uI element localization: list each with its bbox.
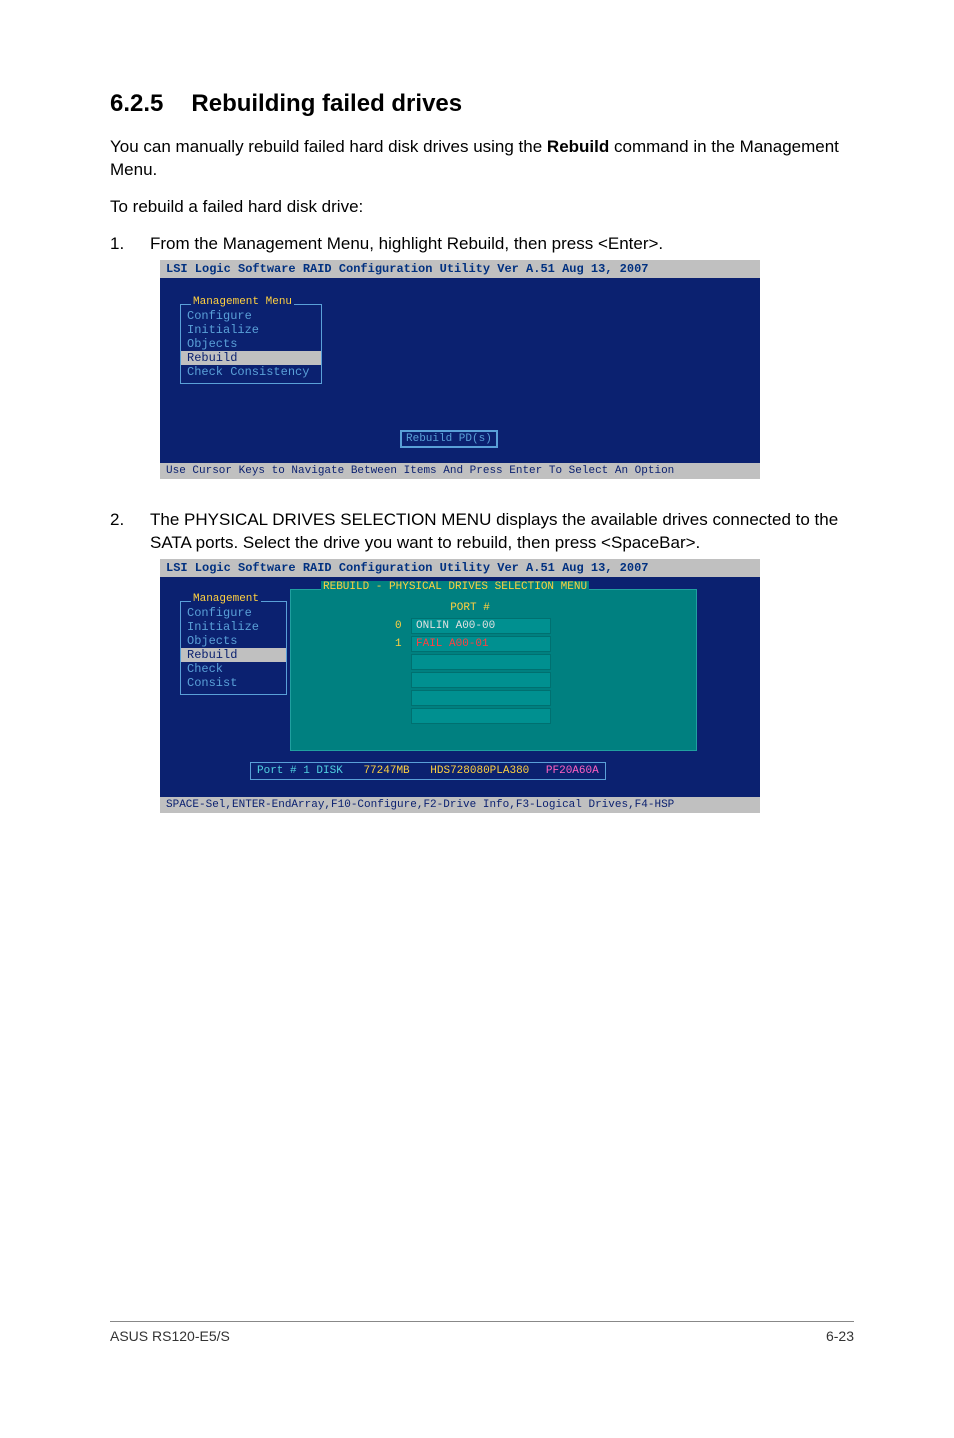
procedure-lead: To rebuild a failed hard disk drive: (110, 196, 854, 219)
drive-selection-legend: REBUILD - PHYSICAL DRIVES SELECTION MENU (321, 581, 589, 593)
step-1: 1. From the Management Menu, highlight R… (110, 233, 854, 256)
step1-bold1: Management Menu (223, 234, 369, 253)
menu-item-initialize[interactable]: Initialize (181, 323, 321, 337)
port-row[interactable]: 0 ONLIN A00-00 (385, 618, 696, 634)
section-number: 6.2.5 (110, 90, 163, 117)
raid-utility-window-2: LSI Logic Software RAID Configuration Ut… (160, 559, 760, 813)
screenshot-2: LSI Logic Software RAID Configuration Ut… (160, 559, 854, 813)
step1-bold2: Rebuild (447, 234, 505, 253)
step1-b: , highlight (369, 234, 447, 253)
step-text: From the Management Menu, highlight Rebu… (150, 233, 854, 256)
management-menu-legend-2: Management (191, 593, 261, 605)
window-titlebar-2: LSI Logic Software RAID Configuration Ut… (160, 559, 760, 577)
intro-paragraph: You can manually rebuild failed hard dis… (110, 136, 854, 182)
port-row (385, 654, 696, 670)
disk-info-port: Port # 1 DISK (257, 765, 343, 777)
step2-bold: PHYSICAL DRIVES SELECTION MENU (184, 510, 491, 529)
step-text: The PHYSICAL DRIVES SELECTION MENU displ… (150, 509, 854, 555)
menu-item-configure-2[interactable]: Configure (181, 606, 286, 620)
intro-bold: Rebuild (547, 137, 609, 156)
port-cell-fail[interactable]: FAIL A00-01 (411, 636, 551, 652)
menu-item-objects-2[interactable]: Objects (181, 634, 286, 648)
step-number: 2. (110, 509, 150, 555)
management-menu-panel: Management Menu Configure Initialize Obj… (180, 304, 322, 384)
step2-a: The (150, 510, 184, 529)
section-title: Rebuilding failed drives (191, 90, 462, 117)
step1-a: From the (150, 234, 223, 253)
intro-text-a: You can manually rebuild failed hard dis… (110, 137, 547, 156)
port-index: 0 (395, 620, 405, 632)
disk-info-model: HDS728080PLA380 (430, 765, 529, 777)
menu-item-check-consist-2[interactable]: Check Consist (181, 662, 286, 690)
step-2: 2. The PHYSICAL DRIVES SELECTION MENU di… (110, 509, 854, 555)
menu-item-rebuild-2[interactable]: Rebuild (181, 648, 286, 662)
port-header: PORT # (401, 600, 539, 616)
port-row (385, 708, 696, 724)
management-menu-panel-2: Management Configure Initialize Objects … (180, 601, 287, 695)
window-statusbar-2: SPACE-Sel,ENTER-EndArray,F10-Configure,F… (160, 797, 760, 813)
port-cell (411, 672, 551, 688)
disk-info-size: 77247MB (363, 765, 409, 777)
port-cell (411, 690, 551, 706)
port-rows: 0 ONLIN A00-00 1 FAIL A00-01 (291, 616, 696, 724)
disk-info-panel: Port # 1 DISK 77247MB HDS728080PLA380 PF… (250, 762, 606, 780)
port-cell[interactable]: ONLIN A00-00 (411, 618, 551, 634)
port-cell (411, 708, 551, 724)
port-cell (411, 654, 551, 670)
management-menu-legend: Management Menu (191, 296, 294, 308)
drive-selection-panel: REBUILD - PHYSICAL DRIVES SELECTION MENU… (290, 589, 697, 751)
menu-item-rebuild[interactable]: Rebuild (181, 351, 321, 365)
management-menu-list: Configure Initialize Objects Rebuild Che… (181, 305, 321, 383)
menu-item-configure[interactable]: Configure (181, 309, 321, 323)
menu-item-objects[interactable]: Objects (181, 337, 321, 351)
footer-right: 6-23 (826, 1328, 854, 1344)
port-row[interactable]: 1 FAIL A00-01 (385, 636, 696, 652)
port-row (385, 672, 696, 688)
step-number: 1. (110, 233, 150, 256)
menu-item-check-consistency[interactable]: Check Consistency (181, 365, 321, 379)
management-menu-list-2: Configure Initialize Objects Rebuild Che… (181, 602, 286, 694)
raid-utility-window: LSI Logic Software RAID Configuration Ut… (160, 260, 760, 479)
window-titlebar: LSI Logic Software RAID Configuration Ut… (160, 260, 760, 278)
footer-left: ASUS RS120-E5/S (110, 1328, 230, 1344)
section-heading: 6.2.5 Rebuilding failed drives (110, 90, 854, 118)
port-index: 1 (395, 638, 405, 650)
page-footer: ASUS RS120-E5/S 6-23 (110, 1321, 854, 1344)
step1-c: , then press <Enter>. (504, 234, 663, 253)
port-row (385, 690, 696, 706)
screenshot-1: LSI Logic Software RAID Configuration Ut… (160, 260, 854, 479)
window-statusbar: Use Cursor Keys to Navigate Between Item… (160, 463, 760, 479)
disk-info-serial: PF20A60A (546, 765, 599, 777)
menu-item-initialize-2[interactable]: Initialize (181, 620, 286, 634)
rebuild-pd-panel: Rebuild PD(s) (400, 430, 498, 448)
